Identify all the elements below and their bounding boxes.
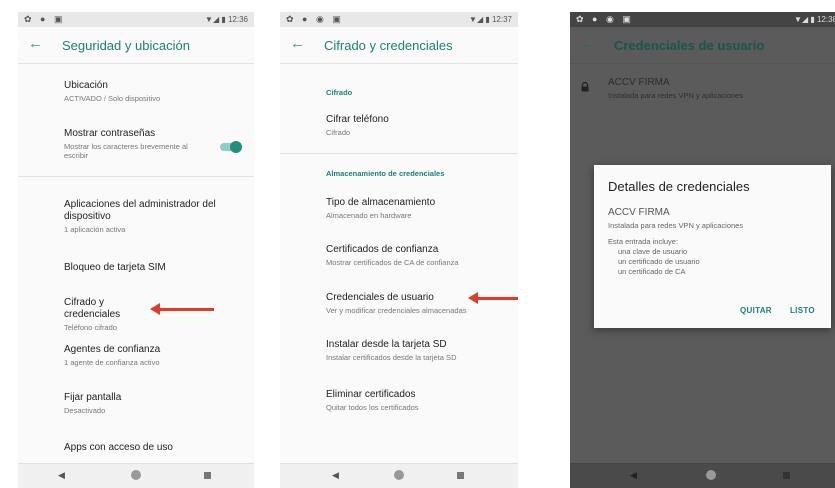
settings-item-sim-lock[interactable]: Bloqueo de tarjeta SIM (64, 262, 234, 274)
nav-back-icon[interactable]: ◀ (332, 470, 339, 481)
item-title: Bloqueo de tarjeta SIM (64, 262, 166, 273)
dialog-include-line: un certificado de CA (618, 267, 686, 276)
item-title: Tipo de almacenamiento (326, 197, 436, 208)
section-header-credential-storage: Almacenamiento de credenciales (326, 169, 445, 178)
dialog-includes-label: Esta entrada incluye: (608, 237, 679, 246)
status-time: 12:38 (816, 15, 835, 24)
settings-item-trust-agents[interactable]: Agentes de confianza 1 agente de confian… (64, 344, 234, 367)
show-passwords-toggle[interactable] (230, 141, 242, 153)
page-title: Credenciales de usuario (614, 38, 765, 53)
divider (280, 153, 518, 154)
item-title: Fijar pantalla (64, 392, 122, 403)
navigation-bar: ◀ (280, 463, 518, 488)
item-subtitle: Teléfono cifrado (64, 323, 117, 332)
section-header-encryption: Cifrado (326, 88, 353, 97)
settings-item-trusted-certificates[interactable]: Certificados de confianza Mostrar certif… (326, 244, 498, 267)
item-title: Instalar desde la tarjeta SD (326, 339, 447, 350)
item-title: Mostrar contraseñas (64, 128, 156, 139)
item-title: Ubicación (64, 80, 108, 91)
item-title: Cifrado y credenciales (64, 297, 121, 320)
signal-icon: ▼◢ ▮ (205, 15, 228, 24)
settings-item-device-admin-apps[interactable]: Aplicaciones del administrador del dispo… (64, 199, 234, 234)
page-title: Seguridad y ubicación (62, 38, 190, 53)
status-bar: ✿ ● ◉ ▣ ▼◢ ▮ 12:38 (570, 12, 835, 27)
credential-entry-accv-firma[interactable]: ACCV FIRMA Instalada para redes VPN y ap… (608, 77, 815, 100)
nav-home-icon[interactable] (394, 470, 404, 480)
item-subtitle: 1 agente de confianza activo (64, 358, 160, 367)
dialog-credential-subtitle: Instalada para redes VPN y aplicaciones (608, 221, 744, 230)
dialog-title: Detalles de credenciales (608, 179, 750, 194)
dialog-include-line: una clave de usuario (618, 247, 688, 256)
item-title: Agentes de confianza (64, 344, 161, 355)
notification-icons: ✿ ● ◉ ▣ (576, 14, 634, 24)
red-arrow-annotation (468, 292, 518, 304)
page-title: Cifrado y credenciales (324, 38, 453, 53)
done-button[interactable]: LISTO (790, 306, 815, 315)
settings-item-clear-credentials[interactable]: Eliminar certificados Quitar todos los c… (326, 389, 498, 412)
status-time: 12:37 (491, 15, 512, 24)
app-bar: ← Cifrado y credenciales (280, 27, 518, 64)
item-subtitle: Instalar certificados desde la tarjeta S… (326, 353, 457, 362)
remove-button[interactable]: QUITAR (740, 306, 772, 315)
credential-details-dialog: Detalles de credenciales ACCV FIRMA Inst… (594, 165, 831, 328)
nav-back-icon[interactable]: ◀ (630, 470, 637, 481)
nav-recents-icon[interactable] (204, 472, 211, 479)
settings-item-screen-pinning[interactable]: Fijar pantalla Desactivado (64, 392, 234, 415)
app-bar: ← Credenciales de usuario (570, 27, 835, 64)
settings-item-storage-type[interactable]: Tipo de almacenamiento Almacenado en har… (326, 197, 498, 220)
signal-icon: ▼◢ ▮ (469, 15, 492, 24)
item-subtitle: Quitar todos los certificados (326, 403, 419, 412)
phone-screen-security: ✿ ● ▣ ▼◢ ▮ 12:36 ← Seguridad y ubicación… (18, 12, 254, 488)
lock-icon (581, 82, 589, 92)
item-title: Credenciales de usuario (326, 292, 434, 303)
dialog-credential-name: ACCV FIRMA (608, 207, 670, 218)
item-subtitle: ACTIVADO / Solo dispositivo (64, 94, 161, 103)
status-bar: ✿ ● ▣ ▼◢ ▮ 12:36 (18, 12, 254, 27)
signal-icon: ▼◢ ▮ (794, 15, 817, 24)
nav-back-icon[interactable]: ◀ (58, 470, 65, 481)
settings-item-location[interactable]: Ubicación ACTIVADO / Solo dispositivo (64, 80, 234, 103)
back-arrow-icon[interactable]: ← (28, 35, 43, 52)
item-subtitle: Almacenado en hardware (326, 211, 412, 220)
item-title: Apps con acceso de uso (64, 442, 173, 453)
nav-recents-icon[interactable] (783, 472, 790, 479)
back-arrow-icon[interactable]: ← (290, 35, 305, 52)
status-time: 12:36 (227, 15, 248, 24)
item-title: Aplicaciones del administrador del dispo… (64, 199, 216, 222)
item-subtitle: Mostrar certificados de CA de confianza (326, 258, 459, 267)
navigation-bar: ◀ (570, 463, 835, 488)
settings-item-show-passwords[interactable]: Mostrar contraseñas Mostrar los caracter… (64, 128, 198, 160)
navigation-bar: ◀ (18, 463, 254, 488)
nav-home-icon[interactable] (131, 470, 141, 480)
divider (18, 176, 254, 177)
settings-item-encryption-credentials[interactable]: Cifrado y credenciales Teléfono cifrado (64, 297, 158, 332)
item-title: Cifrar teléfono (326, 114, 389, 125)
item-subtitle: Instalada para redes VPN y aplicaciones (608, 91, 744, 100)
item-title: ACCV FIRMA (608, 77, 670, 88)
nav-recents-icon[interactable] (457, 472, 464, 479)
red-arrow-annotation (150, 303, 214, 315)
item-subtitle: Desactivado (64, 406, 106, 415)
item-subtitle: Ver y modificar credenciales almacenadas (326, 306, 467, 315)
item-subtitle: 1 aplicación activa (64, 225, 126, 234)
item-title: Eliminar certificados (326, 389, 416, 400)
dialog-include-line: un certificado de usuario (618, 257, 700, 266)
settings-item-encrypt-phone[interactable]: Cifrar teléfono Cifrado (326, 114, 498, 137)
status-bar: ✿ ● ◉ ▣ ▼◢ ▮ 12:37 (280, 12, 518, 27)
item-subtitle: Cifrado (326, 128, 351, 137)
settings-item-usage-access[interactable]: Apps con acceso de uso (64, 442, 234, 454)
app-bar: ← Seguridad y ubicación (18, 27, 254, 64)
phone-screen-encryption-credentials: ✿ ● ◉ ▣ ▼◢ ▮ 12:37 ← Cifrado y credencia… (280, 12, 518, 488)
settings-item-install-from-sd[interactable]: Instalar desde la tarjeta SD Instalar ce… (326, 339, 498, 362)
back-arrow-icon[interactable]: ← (580, 35, 595, 52)
nav-home-icon[interactable] (706, 470, 716, 480)
notification-icons: ✿ ● ▣ (24, 14, 66, 24)
phone-screen-user-credentials: ✿ ● ◉ ▣ ▼◢ ▮ 12:38 ← Credenciales de usu… (570, 12, 835, 488)
settings-item-user-credentials[interactable]: Credenciales de usuario Ver y modificar … (326, 292, 472, 315)
item-title: Certificados de confianza (326, 244, 439, 255)
item-subtitle: Mostrar los caracteres brevemente al esc… (64, 142, 188, 160)
notification-icons: ✿ ● ◉ ▣ (286, 14, 344, 24)
